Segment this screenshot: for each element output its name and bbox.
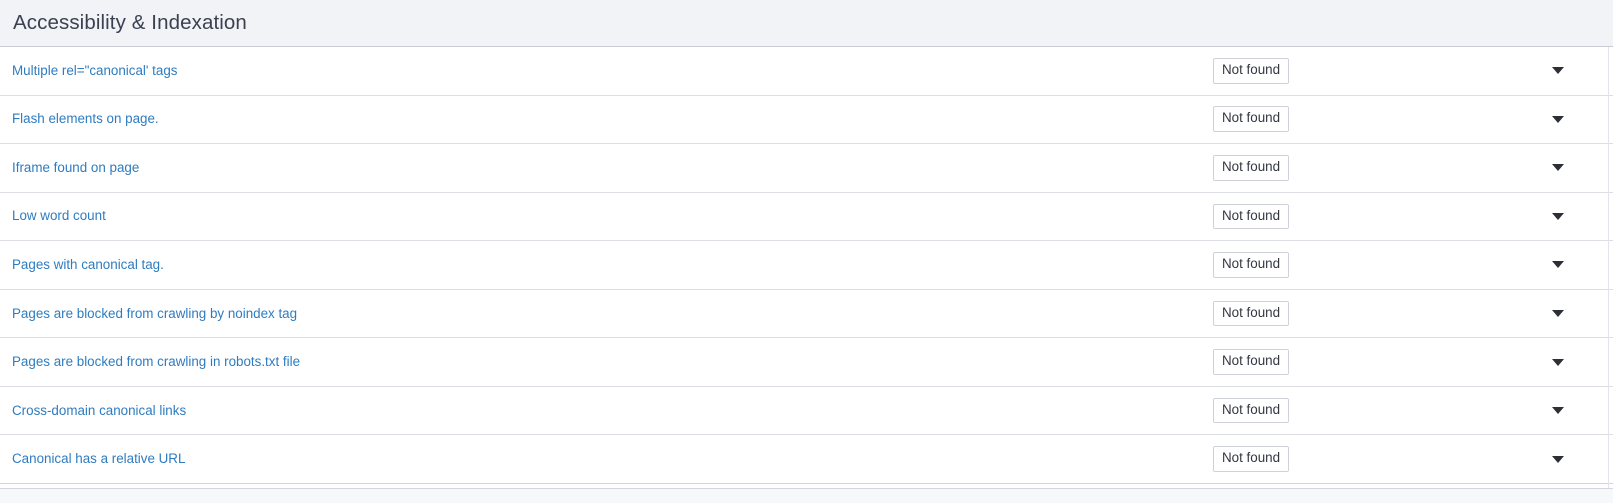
status-badge: Not found [1213,446,1290,473]
caret-down-icon[interactable] [1552,67,1564,75]
row-status-cell: Not found [1213,300,1290,327]
row-status-cell: Not found [1213,446,1290,473]
table-row[interactable]: Canonical has a relative URL Not found [0,435,1613,484]
panel-bottom-strip [0,488,1613,503]
row-label-cell: Flash elements on page. [0,110,1213,128]
status-badge: Not found [1213,203,1290,230]
row-status-cell: Not found [1213,203,1290,230]
status-badge: Not found [1213,397,1290,424]
audit-check-link[interactable]: Pages are blocked from crawling in robot… [12,354,300,370]
row-label-cell: Canonical has a relative URL [0,450,1213,468]
table-row[interactable]: Pages are blocked from crawling by noind… [0,289,1613,339]
page-title: Accessibility & Indexation [13,10,247,34]
row-status-cell: Not found [1213,349,1290,375]
row-label-cell: Multiple rel="canonical' tags [0,62,1213,80]
caret-down-icon[interactable] [1552,115,1564,123]
status-badge: Not found [1213,300,1290,327]
table-row[interactable]: Pages with canonical tag. Not found [0,241,1613,290]
table-row[interactable]: Flash elements on page. Not found [0,95,1613,145]
row-label-cell: Iframe found on page [0,159,1213,177]
audit-check-link[interactable]: Iframe found on page [12,160,139,176]
audit-check-link[interactable]: Cross-domain canonical links [12,403,186,419]
table-row[interactable]: Multiple rel="canonical' tags Not found [0,47,1613,96]
caret-down-icon[interactable] [1552,310,1564,317]
table-right-rule [1608,47,1609,488]
row-expand-toggle[interactable] [1541,67,1613,75]
caret-down-icon[interactable] [1552,407,1564,415]
row-status-cell: Not found [1213,57,1290,84]
table-row[interactable]: Pages are blocked from crawling in robot… [0,338,1613,387]
caret-down-icon[interactable] [1552,212,1564,220]
row-label-cell: Cross-domain canonical links [0,402,1213,420]
status-badge: Not found [1213,57,1290,84]
panel-header: Accessibility & Indexation [0,0,1613,47]
row-expand-toggle[interactable] [1541,407,1613,415]
caret-down-icon[interactable] [1552,358,1564,366]
row-expand-toggle[interactable] [1541,358,1613,366]
status-badge: Not found [1213,154,1290,181]
caret-down-icon[interactable] [1552,261,1564,269]
row-expand-toggle[interactable] [1541,115,1613,123]
status-badge: Not found [1213,349,1290,375]
audit-rows-list: Multiple rel="canonical' tags Not found … [0,47,1613,484]
table-row[interactable]: Low word count Not found [0,192,1613,242]
row-label-cell: Pages are blocked from crawling by noind… [0,305,1213,323]
row-label-cell: Pages are blocked from crawling in robot… [0,353,1213,371]
row-label-cell: Pages with canonical tag. [0,256,1213,274]
audit-check-link[interactable]: Low word count [12,208,106,224]
row-expand-toggle[interactable] [1541,261,1613,269]
row-status-cell: Not found [1213,106,1290,133]
audit-check-link[interactable]: Canonical has a relative URL [12,451,185,467]
status-badge: Not found [1213,106,1290,133]
audit-check-link[interactable]: Pages are blocked from crawling by noind… [12,306,297,322]
accessibility-indexation-panel: Accessibility & Indexation Multiple rel=… [0,0,1613,503]
row-expand-toggle[interactable] [1541,455,1613,463]
audit-check-link[interactable]: Flash elements on page. [12,111,159,127]
row-status-cell: Not found [1213,252,1290,278]
audit-check-link[interactable]: Pages with canonical tag. [12,257,164,273]
audit-check-link[interactable]: Multiple rel="canonical' tags [12,63,177,79]
row-status-cell: Not found [1213,397,1290,424]
caret-down-icon[interactable] [1552,164,1564,172]
row-expand-toggle[interactable] [1541,212,1613,220]
status-badge: Not found [1213,252,1290,278]
table-row[interactable]: Iframe found on page Not found [0,144,1613,193]
row-status-cell: Not found [1213,154,1290,181]
row-label-cell: Low word count [0,207,1213,225]
table-row[interactable]: Cross-domain canonical links Not found [0,386,1613,436]
row-expand-toggle[interactable] [1541,310,1613,317]
row-expand-toggle[interactable] [1541,164,1613,172]
caret-down-icon[interactable] [1552,455,1564,463]
